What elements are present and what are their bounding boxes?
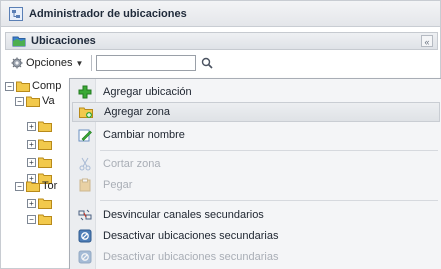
- menu-item-paste: Pegar: [72, 175, 440, 195]
- options-menu-button[interactable]: Opciones ▼: [9, 54, 85, 72]
- menu-item-rename[interactable]: Cambiar nombre: [72, 125, 440, 145]
- context-menu: Agregar ubicación Agregar zona Cambiar n…: [69, 78, 441, 269]
- menu-item-deactivate-secondary-locations[interactable]: Desactivar ubicaciones secundarias: [72, 226, 440, 246]
- tree-node[interactable]: − Tor: [15, 179, 57, 193]
- location-manager-icon: [9, 6, 23, 21]
- expand-toggle-icon[interactable]: +: [27, 121, 36, 131]
- menu-item-label: Desactivar ubicaciones secundarias: [103, 251, 279, 263]
- collapse-panel-button[interactable]: «: [421, 35, 433, 47]
- title-bar: Administrador de ubicaciones: [1, 1, 440, 27]
- locations-panel-header: Ubicaciones «: [5, 32, 438, 50]
- tree-node[interactable]: − Comp: [5, 79, 61, 93]
- rename-icon: [78, 129, 92, 142]
- chevron-down-icon: ▼: [75, 58, 84, 68]
- tree-node-label: Comp: [32, 80, 62, 92]
- tree-node[interactable]: +: [27, 155, 54, 169]
- panel-title: Ubicaciones: [31, 35, 96, 47]
- tree-node[interactable]: +: [27, 119, 54, 133]
- folder-icon: [38, 214, 52, 225]
- menu-item-label: Agregar ubicación: [103, 86, 192, 98]
- menu-item-label: Cortar zona: [103, 158, 161, 170]
- menu-item-cut-zone: Cortar zona: [72, 154, 440, 174]
- search-icon: [202, 57, 213, 69]
- window-title: Administrador de ubicaciones: [29, 7, 187, 20]
- tree-node-label: Va: [42, 95, 55, 107]
- menu-item-label: Agregar zona: [104, 106, 171, 118]
- tree-node-label: Tor: [42, 180, 58, 192]
- menu-item-unlink-secondary-channels[interactable]: Desvincular canales secundarios: [72, 205, 440, 225]
- menu-separator: [100, 200, 438, 201]
- cut-icon: [79, 157, 91, 171]
- toolbar-separator: [91, 55, 93, 71]
- folder-icon: [38, 121, 52, 132]
- folder-icon: [38, 139, 52, 150]
- menu-item-label: Desvincular canales secundarios: [103, 209, 264, 221]
- collapse-toggle-icon[interactable]: −: [15, 181, 24, 191]
- folder-icon: [26, 181, 40, 192]
- location-manager-window: Administrador de ubicaciones Ubicaciones…: [0, 0, 441, 269]
- plus-icon: [78, 85, 92, 99]
- folder-icon: [26, 96, 40, 107]
- menu-item-label: Pegar: [103, 179, 133, 191]
- collapse-toggle-icon[interactable]: −: [15, 96, 24, 106]
- menu-separator: [100, 150, 438, 151]
- add-zone-icon: [79, 107, 93, 118]
- tree-node[interactable]: +: [27, 196, 54, 210]
- collapse-toggle-icon[interactable]: −: [27, 214, 36, 224]
- menu-item-add-zone[interactable]: Agregar zona: [72, 102, 440, 122]
- folder-icon: [16, 81, 30, 92]
- menu-item-add-location[interactable]: Agregar ubicación: [72, 82, 440, 102]
- locations-panel-icon: [12, 36, 26, 47]
- search-button[interactable]: [198, 55, 216, 71]
- toolbar: Opciones ▼: [5, 52, 438, 74]
- folder-icon: [38, 198, 52, 209]
- options-label: Opciones: [26, 57, 73, 69]
- expand-toggle-icon[interactable]: +: [27, 198, 36, 208]
- search-input[interactable]: [96, 55, 197, 71]
- folder-icon: [38, 157, 52, 168]
- tree-node[interactable]: −: [27, 212, 54, 226]
- expand-toggle-icon[interactable]: +: [27, 139, 36, 149]
- gear-icon: [11, 57, 23, 69]
- deactivate-icon: [78, 250, 92, 264]
- collapse-toggle-icon[interactable]: −: [5, 81, 14, 91]
- paste-icon: [79, 178, 91, 192]
- menu-item-label: Desactivar ubicaciones secundarias: [103, 230, 279, 242]
- menu-item-label: Cambiar nombre: [103, 129, 185, 141]
- menu-item-deactivate-secondary-locations-disabled: Desactivar ubicaciones secundarias: [72, 247, 440, 267]
- tree-node[interactable]: − Va: [15, 94, 55, 108]
- unlink-icon: [78, 209, 92, 221]
- expand-toggle-icon[interactable]: +: [27, 157, 36, 167]
- tree-node[interactable]: +: [27, 137, 54, 151]
- deactivate-icon: [78, 229, 92, 243]
